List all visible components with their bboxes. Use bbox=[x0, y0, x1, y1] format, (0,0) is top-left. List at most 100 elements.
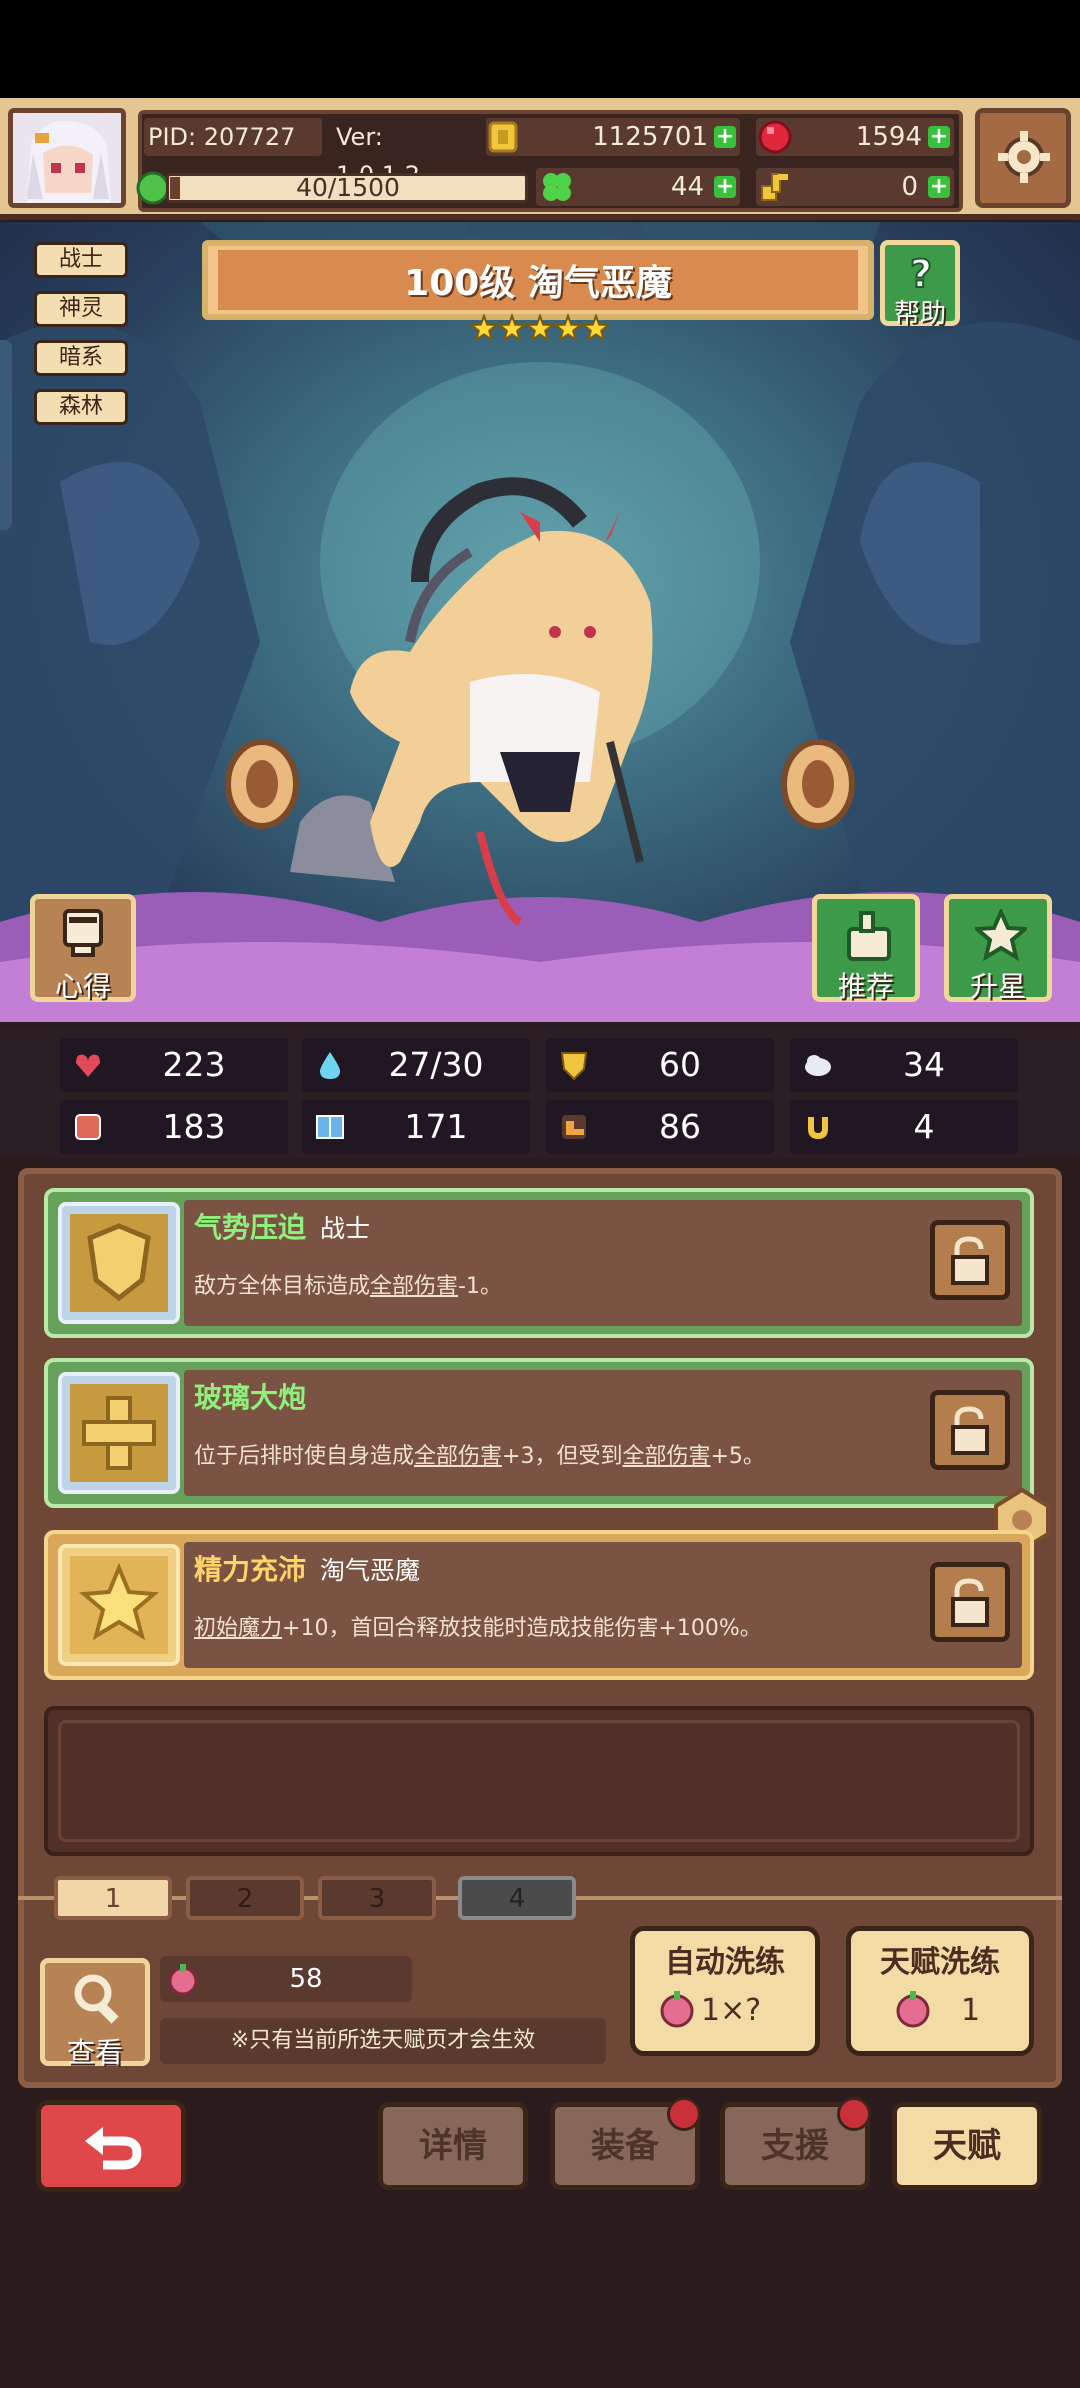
talent-card-empty bbox=[44, 1706, 1034, 1856]
view-label: 查看 bbox=[66, 2036, 123, 2069]
unlock-padlock-icon bbox=[951, 1578, 989, 1627]
help-label: 帮助 bbox=[893, 299, 946, 329]
star-icon bbox=[524, 313, 556, 342]
potion-counter: 58 bbox=[160, 1956, 412, 2002]
talent-lock-button-2[interactable] bbox=[930, 1390, 1010, 1470]
four-leaf-clover-icon bbox=[543, 173, 571, 201]
trophy-icon bbox=[63, 909, 103, 957]
help-button[interactable]: ? 帮助 bbox=[880, 240, 960, 329]
peach-potion-icon bbox=[168, 1964, 198, 1996]
nav-support-button[interactable]: 支援 bbox=[720, 2097, 871, 2190]
stat-value: 4 bbox=[913, 1107, 935, 1146]
nav-equip-button[interactable]: 装备 bbox=[550, 2097, 701, 2190]
talent-name-1: 气势压迫 战士 bbox=[194, 1211, 371, 1244]
gear-icon bbox=[998, 131, 1050, 183]
star-up-button[interactable]: 升星 bbox=[944, 894, 1052, 1003]
star-icon bbox=[496, 313, 528, 342]
talent-card-1[interactable]: 气势压迫 战士 敌方全体目标造成全部伤害-1。 bbox=[44, 1188, 1034, 1338]
add-clover-button[interactable]: + bbox=[714, 176, 736, 198]
settings-button[interactable] bbox=[975, 108, 1071, 208]
talent-desc-2: 位于后排时使自身造成全部伤害+3，但受到全部伤害+5。 bbox=[194, 1444, 765, 1469]
pid-label: PID: 207727 bbox=[144, 118, 322, 156]
key-icon bbox=[761, 173, 788, 201]
equip-notification-dot bbox=[667, 2097, 701, 2131]
unlock-padlock-icon bbox=[951, 1236, 989, 1285]
talent-card-3[interactable]: 精力充沛 淘气恶魔 初始魔力+10，首回合释放技能时造成技能伤害+100%。 bbox=[44, 1530, 1034, 1680]
auto-refine-button[interactable]: 自动洗练 1×? bbox=[630, 1926, 820, 2056]
add-key-button[interactable]: + bbox=[928, 176, 950, 198]
add-gold-button[interactable]: + bbox=[714, 126, 736, 148]
key-counter: 0 + bbox=[756, 168, 954, 206]
star-icon bbox=[468, 313, 500, 342]
stat-value: 183 bbox=[162, 1107, 226, 1146]
talent-page-tab-1[interactable]: 1 bbox=[54, 1876, 172, 1920]
tag-race[interactable]: 神灵 bbox=[34, 291, 128, 327]
player-avatar[interactable] bbox=[8, 108, 126, 208]
talent-page-tab-3[interactable]: 3 bbox=[318, 1876, 436, 1920]
talent-icon-3 bbox=[58, 1544, 180, 1666]
stat-value: 27/30 bbox=[388, 1045, 484, 1084]
clover-counter: 44 + bbox=[536, 168, 740, 206]
talent-icon-2 bbox=[58, 1372, 180, 1494]
tag-habitat[interactable]: 森林 bbox=[34, 389, 128, 425]
gem-counter: 1594 + bbox=[756, 118, 954, 156]
tag-element[interactable]: 暗系 bbox=[34, 340, 128, 376]
hero-star-rating bbox=[468, 312, 612, 346]
back-button[interactable] bbox=[36, 2100, 186, 2192]
talent-desc-1: 敌方全体目标造成全部伤害-1。 bbox=[194, 1274, 502, 1299]
status-bar bbox=[0, 0, 1080, 98]
stat-cell: 223 bbox=[60, 1038, 288, 1092]
talent-card-2[interactable]: 玻璃大炮 位于后排时使自身造成全部伤害+3，但受到全部伤害+5。 bbox=[44, 1358, 1034, 1508]
talent-lock-button-3[interactable] bbox=[930, 1562, 1010, 1642]
add-gem-button[interactable]: + bbox=[928, 126, 950, 148]
shield-crest-icon bbox=[70, 1214, 168, 1312]
nav-talent-button[interactable]: 天赋 bbox=[892, 2102, 1042, 2190]
support-notification-dot bbox=[837, 2097, 871, 2131]
stat-value: 60 bbox=[659, 1045, 701, 1084]
thumbs-up-icon bbox=[847, 911, 891, 961]
talent-page-tab-2[interactable]: 2 bbox=[186, 1876, 304, 1920]
gold-coin-icon bbox=[488, 121, 518, 153]
unlock-padlock-icon bbox=[951, 1406, 989, 1455]
stat-cell: 27/30 bbox=[302, 1038, 530, 1092]
red-gem-icon bbox=[758, 120, 792, 154]
cross-plus-icon bbox=[70, 1384, 168, 1482]
return-arrow-icon bbox=[85, 2127, 142, 2170]
recommend-button[interactable]: 推荐 bbox=[812, 894, 920, 1003]
stat-cell: 34 bbox=[790, 1038, 1018, 1092]
right-nav-coin bbox=[781, 739, 855, 829]
version-label: Ver: 1.0.1.2 bbox=[336, 123, 420, 189]
star-emblem-icon bbox=[70, 1556, 168, 1654]
star-icon bbox=[580, 313, 612, 342]
gold-counter: 1125701 + bbox=[486, 118, 740, 156]
talent-refine-button[interactable]: 天赋洗练 1 bbox=[846, 1926, 1034, 2056]
talent-name-3: 精力充沛 淘气恶魔 bbox=[194, 1553, 421, 1586]
xinde-button[interactable]: 心得 bbox=[30, 894, 136, 1003]
talent-lock-button-1[interactable] bbox=[930, 1220, 1010, 1300]
stat-cell: 86 bbox=[546, 1100, 774, 1154]
stat-cell: 171 bbox=[302, 1100, 530, 1154]
stat-value: 171 bbox=[404, 1107, 468, 1146]
question-mark-icon: ? bbox=[909, 253, 933, 293]
magnifier-icon bbox=[74, 1974, 119, 2024]
nav-details-button[interactable]: 详情 bbox=[378, 2102, 528, 2190]
svg-text:?: ? bbox=[910, 253, 932, 293]
peach-potion-icon bbox=[896, 1991, 930, 2028]
tag-class[interactable]: 战士 bbox=[34, 242, 128, 278]
energy-bar: 40/1500 bbox=[134, 168, 534, 208]
talent-page-tab-4[interactable]: 4 bbox=[458, 1876, 576, 1920]
star-up-icon bbox=[975, 909, 1027, 961]
stat-cell: 4 bbox=[790, 1100, 1018, 1154]
stat-cell: 183 bbox=[60, 1100, 288, 1154]
side-drawer-handle[interactable] bbox=[0, 340, 12, 530]
peach-potion-icon bbox=[660, 1991, 694, 2028]
star-icon bbox=[552, 313, 584, 342]
talent-icon-1 bbox=[58, 1202, 180, 1324]
view-button[interactable]: 查看 bbox=[40, 1958, 150, 2069]
left-nav-coin bbox=[225, 739, 299, 829]
talent-name-2: 玻璃大炮 bbox=[194, 1381, 307, 1414]
stat-value: 34 bbox=[903, 1045, 945, 1084]
star-up-label: 升星 bbox=[969, 970, 1026, 1003]
hero-title-banner: 100级 淘气恶魔 bbox=[202, 240, 874, 320]
xinde-label: 心得 bbox=[54, 970, 111, 1003]
